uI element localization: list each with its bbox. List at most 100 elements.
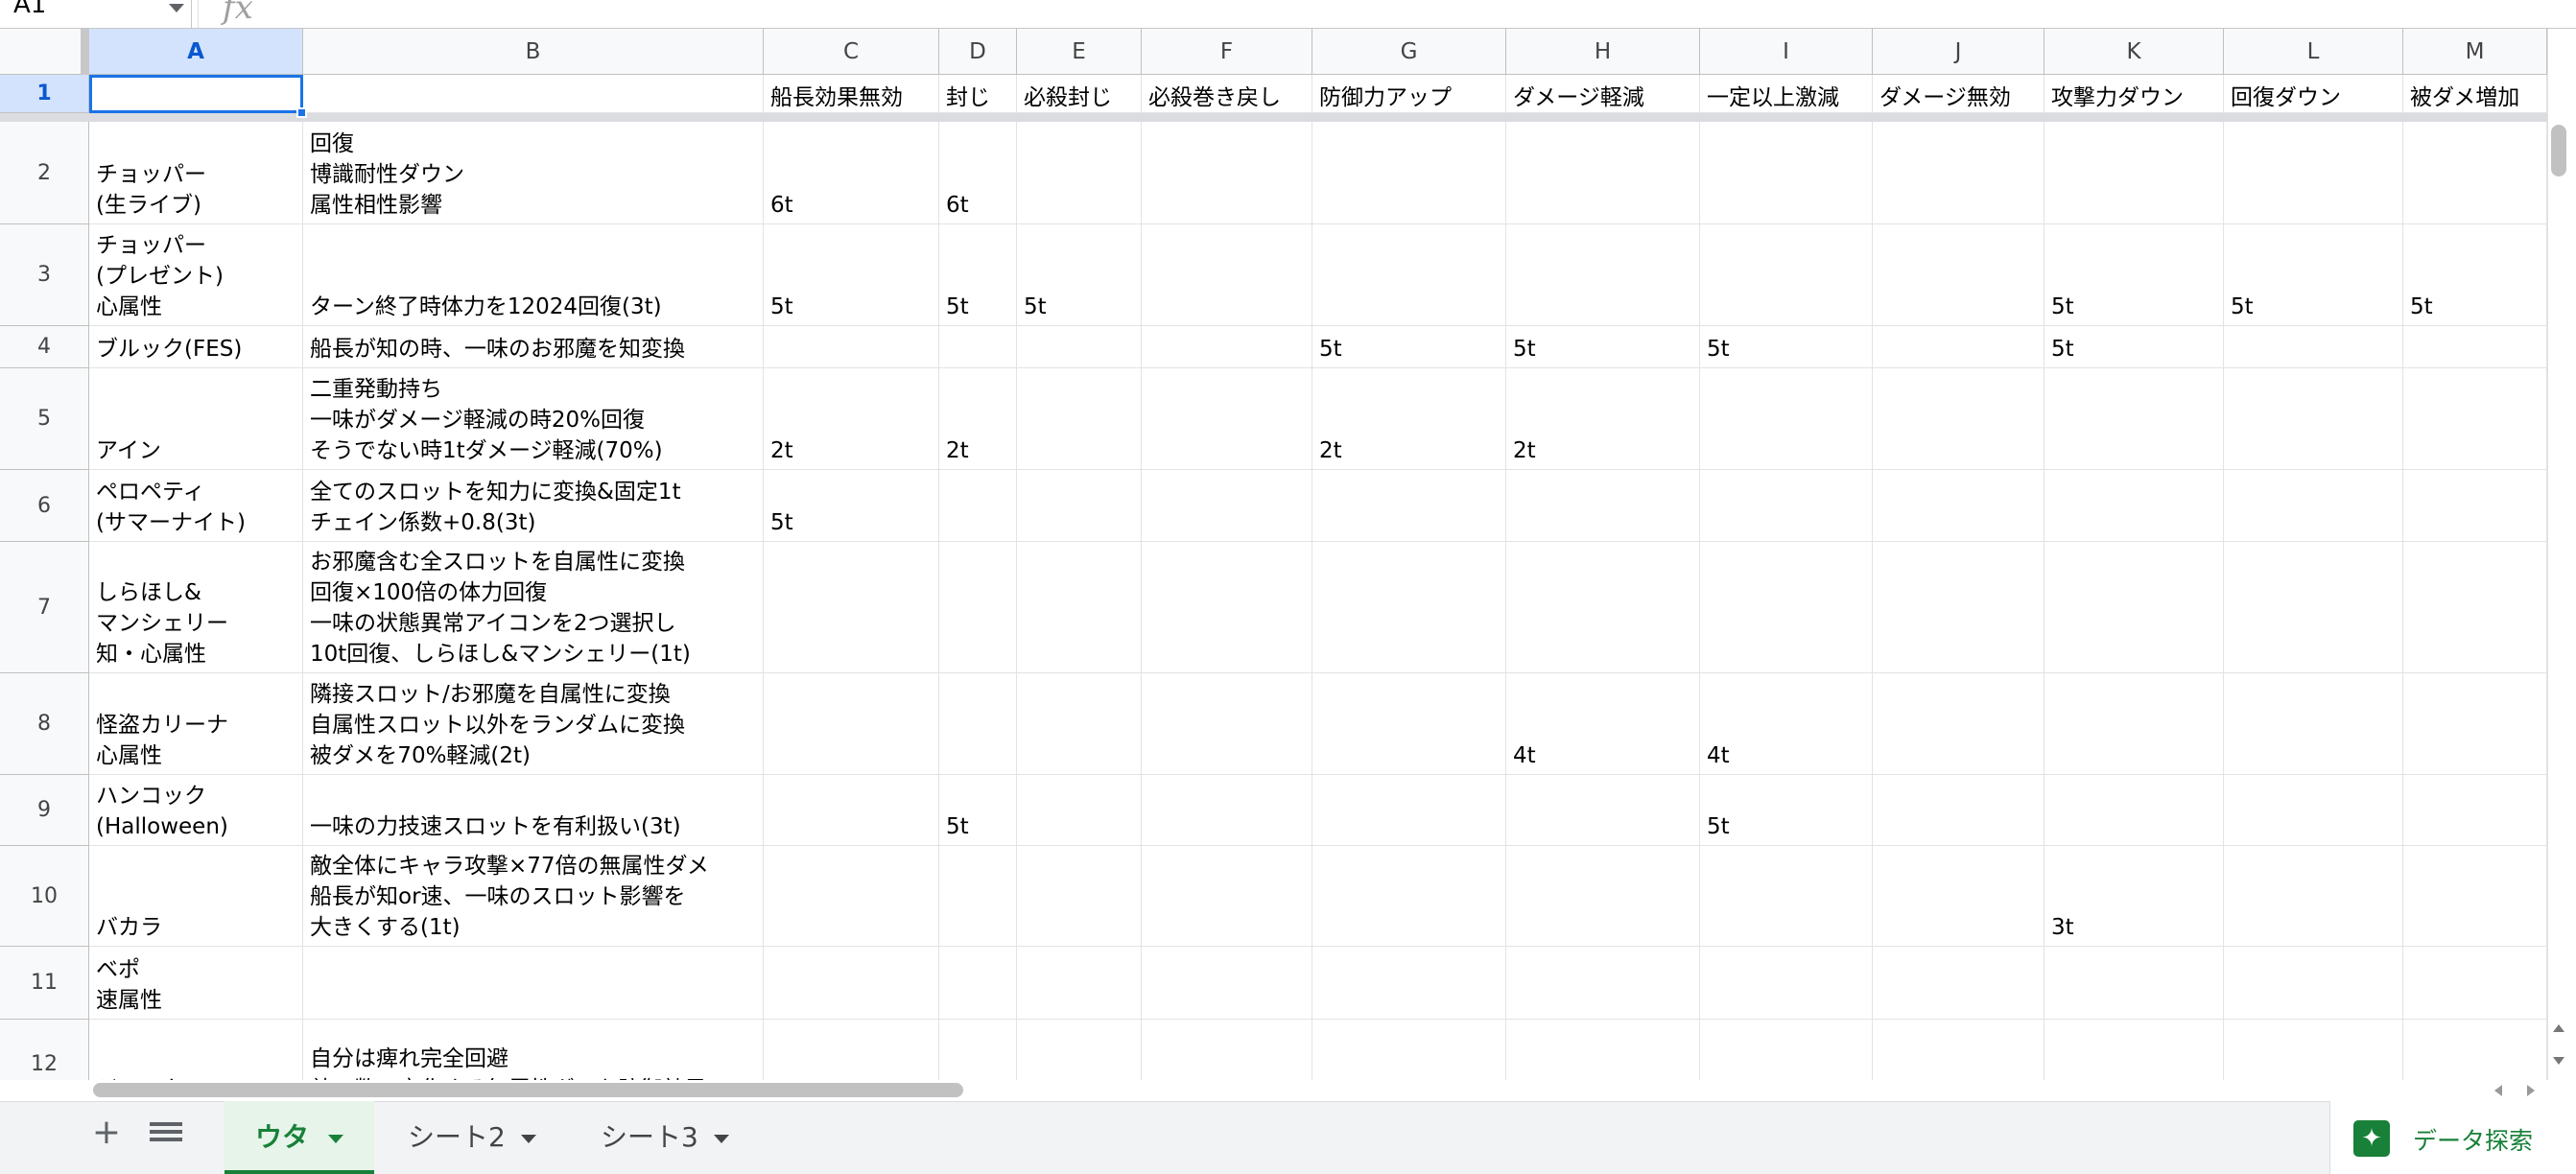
column-header-g[interactable]: G bbox=[1312, 29, 1506, 75]
cell-k1[interactable]: 攻撃力ダウン bbox=[2044, 75, 2224, 113]
cell-e5[interactable] bbox=[1017, 368, 1142, 470]
cell-i6[interactable] bbox=[1700, 470, 1873, 542]
cell-b12[interactable]: 自分は痺れ完全回避 敵の数で変化する無属性ダメを防御効果 bbox=[303, 1020, 764, 1080]
cell-k7[interactable] bbox=[2044, 542, 2224, 673]
cell-c8[interactable] bbox=[764, 673, 939, 775]
cell-l12[interactable] bbox=[2224, 1020, 2403, 1080]
cell-f3[interactable] bbox=[1142, 224, 1312, 326]
cell-m6[interactable] bbox=[2403, 470, 2547, 542]
row-freeze-handle[interactable] bbox=[0, 113, 2547, 122]
cell-g11[interactable] bbox=[1312, 947, 1506, 1020]
row-header-8[interactable]: 8 bbox=[0, 673, 89, 775]
cell-c12[interactable] bbox=[764, 1020, 939, 1080]
cell-c4[interactable] bbox=[764, 326, 939, 368]
column-header-a[interactable]: A bbox=[89, 29, 303, 75]
cell-j7[interactable] bbox=[1873, 542, 2044, 673]
cell-l11[interactable] bbox=[2224, 947, 2403, 1020]
cell-h1[interactable]: ダメージ軽減 bbox=[1506, 75, 1700, 113]
cell-m1[interactable]: 被ダメ増加 bbox=[2403, 75, 2547, 113]
cell-a8[interactable]: 怪盗カリーナ 心属性 bbox=[89, 673, 303, 775]
row-header-6[interactable]: 6 bbox=[0, 470, 89, 542]
cell-i9[interactable]: 5t bbox=[1700, 775, 1873, 846]
cell-g4[interactable]: 5t bbox=[1312, 326, 1506, 368]
cell-b8[interactable]: 隣接スロット/お邪魔を自属性に変換 自属性スロット以外をランダムに変換 被ダメを… bbox=[303, 673, 764, 775]
cell-m8[interactable] bbox=[2403, 673, 2547, 775]
cell-m7[interactable] bbox=[2403, 542, 2547, 673]
cell-c2[interactable]: 6t bbox=[764, 122, 939, 224]
all-sheets-menu-icon[interactable] bbox=[150, 1118, 182, 1147]
cell-i12[interactable] bbox=[1700, 1020, 1873, 1080]
cell-h3[interactable] bbox=[1506, 224, 1700, 326]
cell-j4[interactable] bbox=[1873, 326, 2044, 368]
cell-l1[interactable]: 回復ダウン bbox=[2224, 75, 2403, 113]
row-header-3[interactable]: 3 bbox=[0, 224, 89, 326]
cell-d11[interactable] bbox=[939, 947, 1017, 1020]
cell-c5[interactable]: 2t bbox=[764, 368, 939, 470]
cell-h6[interactable] bbox=[1506, 470, 1700, 542]
column-header-k[interactable]: K bbox=[2044, 29, 2224, 75]
cell-k3[interactable]: 5t bbox=[2044, 224, 2224, 326]
cell-a11[interactable]: ベポ 速属性 bbox=[89, 947, 303, 1020]
cell-j10[interactable] bbox=[1873, 846, 2044, 947]
cell-l2[interactable] bbox=[2224, 122, 2403, 224]
cell-c1[interactable]: 船長効果無効 bbox=[764, 75, 939, 113]
cell-g1[interactable]: 防御力アップ bbox=[1312, 75, 1506, 113]
cell-h8[interactable]: 4t bbox=[1506, 673, 1700, 775]
cell-d4[interactable] bbox=[939, 326, 1017, 368]
cell-k5[interactable] bbox=[2044, 368, 2224, 470]
cell-e12[interactable] bbox=[1017, 1020, 1142, 1080]
cell-a4[interactable]: ブルック(FES) bbox=[89, 326, 303, 368]
cell-k9[interactable] bbox=[2044, 775, 2224, 846]
column-header-e[interactable]: E bbox=[1017, 29, 1142, 75]
cell-g12[interactable] bbox=[1312, 1020, 1506, 1080]
cell-c9[interactable] bbox=[764, 775, 939, 846]
cell-g9[interactable] bbox=[1312, 775, 1506, 846]
row-header-12[interactable]: 12 bbox=[0, 1020, 89, 1080]
cell-a3[interactable]: チョッパー (プレゼント) 心属性 bbox=[89, 224, 303, 326]
chevron-down-icon[interactable] bbox=[714, 1135, 729, 1143]
row-header-1[interactable]: 1 bbox=[0, 75, 89, 113]
chevron-down-icon[interactable] bbox=[169, 4, 184, 12]
cell-i8[interactable]: 4t bbox=[1700, 673, 1873, 775]
cell-m11[interactable] bbox=[2403, 947, 2547, 1020]
cell-k6[interactable] bbox=[2044, 470, 2224, 542]
column-header-l[interactable]: L bbox=[2224, 29, 2403, 75]
cell-c3[interactable]: 5t bbox=[764, 224, 939, 326]
cell-j5[interactable] bbox=[1873, 368, 2044, 470]
cell-i2[interactable] bbox=[1700, 122, 1873, 224]
cell-j3[interactable] bbox=[1873, 224, 2044, 326]
cell-d1[interactable]: 封じ bbox=[939, 75, 1017, 113]
row-header-5[interactable]: 5 bbox=[0, 368, 89, 470]
cell-e2[interactable] bbox=[1017, 122, 1142, 224]
row-header-10[interactable]: 10 bbox=[0, 846, 89, 947]
cell-k11[interactable] bbox=[2044, 947, 2224, 1020]
cell-e4[interactable] bbox=[1017, 326, 1142, 368]
cell-i11[interactable] bbox=[1700, 947, 1873, 1020]
cell-d8[interactable] bbox=[939, 673, 1017, 775]
cell-m12[interactable] bbox=[2403, 1020, 2547, 1080]
cell-f5[interactable] bbox=[1142, 368, 1312, 470]
cell-i10[interactable] bbox=[1700, 846, 1873, 947]
cell-b4[interactable]: 船長が知の時、一味のお邪魔を知変換 bbox=[303, 326, 764, 368]
scroll-left-icon[interactable] bbox=[2494, 1085, 2502, 1096]
column-header-i[interactable]: I bbox=[1700, 29, 1873, 75]
cell-f12[interactable] bbox=[1142, 1020, 1312, 1080]
cell-c11[interactable] bbox=[764, 947, 939, 1020]
cell-j11[interactable] bbox=[1873, 947, 2044, 1020]
cell-f10[interactable] bbox=[1142, 846, 1312, 947]
cell-k2[interactable] bbox=[2044, 122, 2224, 224]
sheet-tab-sheet2[interactable]: シート2 bbox=[377, 1101, 567, 1174]
cell-l8[interactable] bbox=[2224, 673, 2403, 775]
cell-d6[interactable] bbox=[939, 470, 1017, 542]
cell-a12[interactable]: ジャック bbox=[89, 1020, 303, 1080]
cell-l7[interactable] bbox=[2224, 542, 2403, 673]
cell-a6[interactable]: ペロペティ (サマーナイト) bbox=[89, 470, 303, 542]
sheet-tab-uta[interactable]: ウタ bbox=[225, 1101, 374, 1174]
cell-m5[interactable] bbox=[2403, 368, 2547, 470]
cell-e11[interactable] bbox=[1017, 947, 1142, 1020]
cell-l4[interactable] bbox=[2224, 326, 2403, 368]
cell-g2[interactable] bbox=[1312, 122, 1506, 224]
column-header-f[interactable]: F bbox=[1142, 29, 1312, 75]
cell-c10[interactable] bbox=[764, 846, 939, 947]
cell-a10[interactable]: バカラ bbox=[89, 846, 303, 947]
